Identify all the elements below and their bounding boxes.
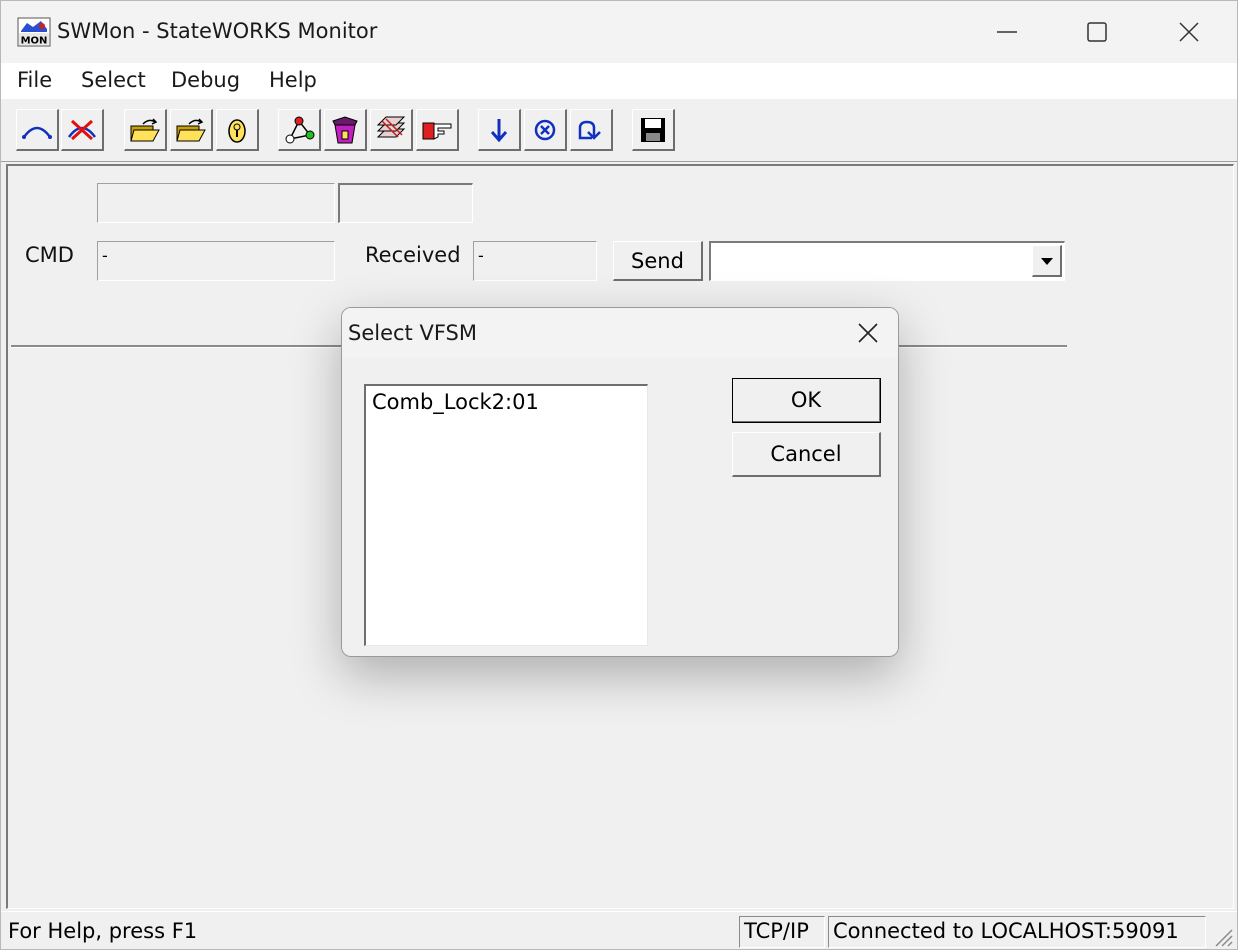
- list-item[interactable]: Comb_Lock2:01: [372, 390, 539, 414]
- close-icon: [858, 323, 878, 343]
- connect-icon: [22, 126, 52, 139]
- step-down-icon: [490, 118, 508, 142]
- pointer-button[interactable]: [416, 109, 459, 151]
- received-field: -: [473, 241, 597, 281]
- select-vfsm-dialog: Select VFSM Comb_Lock2:01 OK Cancel: [341, 307, 899, 657]
- top-field-2: [338, 183, 473, 223]
- title-bar[interactable]: MON SWMon - StateWORKS Monitor: [1, 1, 1237, 63]
- open-folder-icon: [130, 117, 160, 141]
- ok-button[interactable]: OK: [732, 378, 881, 423]
- received-label: Received: [365, 243, 461, 267]
- dialog-title-bar[interactable]: Select VFSM: [342, 308, 898, 358]
- step-over-icon: [578, 120, 601, 140]
- state-diagram-icon: [285, 116, 315, 143]
- cmd-label: CMD: [25, 243, 74, 267]
- connect-button[interactable]: [16, 109, 59, 151]
- pointing-hand-icon: [422, 122, 452, 140]
- toolbar: [1, 99, 1237, 162]
- vfsm-listbox[interactable]: Comb_Lock2:01: [364, 384, 648, 646]
- state-diagram-button[interactable]: [278, 109, 321, 151]
- close-button[interactable]: [1143, 1, 1235, 63]
- resize-grip-icon[interactable]: [1211, 925, 1233, 947]
- dialog-title: Select VFSM: [348, 321, 477, 345]
- layers-button[interactable]: [370, 109, 413, 151]
- open-2-button[interactable]: [170, 109, 213, 151]
- maximize-icon: [1087, 22, 1107, 42]
- trash-icon: [332, 115, 358, 143]
- menu-select[interactable]: Select: [81, 68, 146, 92]
- app-icon: MON: [17, 17, 51, 47]
- open-button[interactable]: [124, 109, 167, 151]
- save-button[interactable]: [632, 109, 675, 151]
- cmd-field[interactable]: -: [97, 241, 335, 281]
- open-folder-2-icon: [176, 117, 206, 141]
- stop-circle-icon: [534, 119, 556, 140]
- disconnect-icon: [67, 119, 97, 140]
- main-window: MON SWMon - StateWORKS Monitor File Sele…: [0, 0, 1238, 950]
- status-bar: For Help, press F1 TCP/IP Connected to L…: [1, 911, 1237, 949]
- status-connection: Connected to LOCALHOST:59091: [828, 916, 1206, 948]
- menu-help[interactable]: Help: [269, 68, 317, 92]
- top-field-1: [97, 183, 335, 223]
- combo-dropdown-button[interactable]: [1032, 245, 1062, 277]
- step-over-button[interactable]: [570, 109, 613, 151]
- cancel-button[interactable]: Cancel: [732, 432, 881, 477]
- menu-file[interactable]: File: [17, 68, 52, 92]
- send-button[interactable]: Send: [613, 241, 703, 281]
- step-button[interactable]: [478, 109, 521, 151]
- status-help: For Help, press F1: [8, 919, 198, 943]
- window-title: SWMon - StateWORKS Monitor: [57, 19, 378, 43]
- command-combo[interactable]: [709, 241, 1065, 281]
- close-icon: [1179, 22, 1199, 42]
- trash-button[interactable]: [324, 109, 367, 151]
- disconnect-button[interactable]: [61, 109, 104, 151]
- stop-button[interactable]: [524, 109, 567, 151]
- lock-icon: [228, 118, 246, 143]
- layers-icon: [376, 116, 406, 138]
- minimize-icon: [997, 31, 1017, 33]
- app-icon-text: MON: [21, 36, 48, 47]
- save-icon: [641, 117, 665, 142]
- minimize-button[interactable]: [961, 1, 1053, 63]
- dialog-close-button[interactable]: [836, 308, 898, 358]
- maximize-button[interactable]: [1051, 1, 1143, 63]
- menu-bar: File Select Debug Help: [1, 63, 1237, 99]
- menu-debug[interactable]: Debug: [171, 68, 240, 92]
- lock-button[interactable]: [216, 109, 259, 151]
- chevron-down-icon: [1040, 257, 1053, 265]
- status-protocol: TCP/IP: [739, 916, 825, 948]
